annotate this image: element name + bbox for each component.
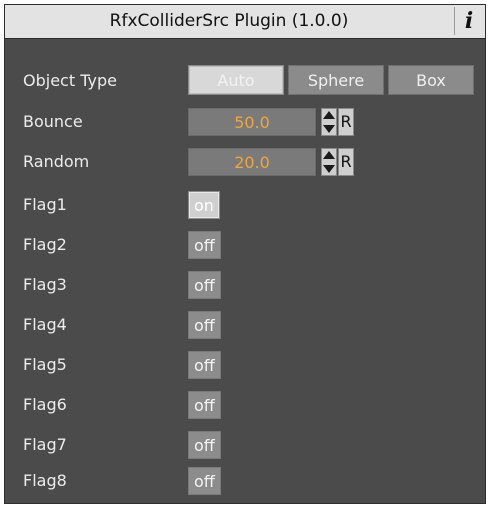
- flag5-toggle[interactable]: off: [188, 351, 221, 379]
- flag-label: Flag1: [23, 195, 67, 214]
- flag7-toggle[interactable]: off: [188, 431, 221, 459]
- random-value-field[interactable]: 20.0: [188, 148, 316, 176]
- bounce-reset-button[interactable]: R: [338, 108, 354, 136]
- flag1-toggle[interactable]: on: [188, 191, 220, 219]
- flag4-toggle[interactable]: off: [188, 311, 221, 339]
- flag-row: Flag3 off: [5, 269, 485, 301]
- random-spinner[interactable]: [321, 148, 337, 176]
- flag-row: Flag4 off: [5, 309, 485, 341]
- flag-label: Flag6: [23, 395, 67, 414]
- spin-down-icon[interactable]: [323, 163, 335, 175]
- flag-label: Flag4: [23, 315, 67, 334]
- flag6-toggle[interactable]: off: [188, 391, 221, 419]
- flag-row: Flag7 off: [5, 429, 485, 461]
- flag2-toggle[interactable]: off: [188, 231, 221, 259]
- flag-row: Flag5 off: [5, 349, 485, 381]
- object-type-row: Object Type Auto Sphere Box: [5, 65, 485, 97]
- flag-row: Flag1 on: [5, 189, 485, 221]
- bounce-value-field[interactable]: 50.0: [188, 108, 316, 136]
- object-type-label: Object Type: [23, 71, 117, 90]
- spin-up-icon[interactable]: [323, 109, 335, 121]
- random-row: Random 20.0 R: [5, 146, 485, 178]
- flag8-toggle[interactable]: off: [188, 467, 221, 495]
- spin-up-icon[interactable]: [323, 149, 335, 161]
- bounce-label: Bounce: [23, 112, 83, 131]
- random-reset-button[interactable]: R: [338, 148, 354, 176]
- spin-down-icon[interactable]: [323, 123, 335, 135]
- object-type-sphere-button[interactable]: Sphere: [288, 65, 384, 95]
- plugin-title: RfxColliderSrc Plugin (1.0.0): [109, 11, 349, 31]
- flag-row: Flag8 off: [5, 465, 485, 497]
- flag3-toggle[interactable]: off: [188, 271, 221, 299]
- plugin-panel: RfxColliderSrc Plugin (1.0.0) i Object T…: [4, 4, 486, 504]
- object-type-auto-button[interactable]: Auto: [188, 65, 284, 95]
- flag-row: Flag2 off: [5, 229, 485, 261]
- random-label: Random: [23, 152, 90, 171]
- plugin-header: RfxColliderSrc Plugin (1.0.0) i: [5, 5, 485, 39]
- bounce-spinner[interactable]: [321, 108, 337, 136]
- flag-label: Flag3: [23, 275, 67, 294]
- flag-label: Flag5: [23, 355, 67, 374]
- object-type-box-button[interactable]: Box: [388, 65, 474, 95]
- flag-label: Flag7: [23, 435, 67, 454]
- info-icon[interactable]: i: [454, 7, 483, 35]
- flag-label: Flag8: [23, 471, 67, 490]
- bounce-row: Bounce 50.0 R: [5, 106, 485, 138]
- flag-label: Flag2: [23, 235, 67, 254]
- flag-row: Flag6 off: [5, 389, 485, 421]
